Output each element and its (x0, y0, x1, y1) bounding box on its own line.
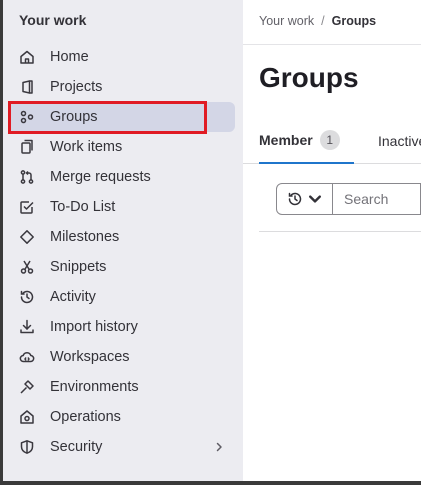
todo-icon (18, 198, 36, 216)
sidebar-item-label: Milestones (50, 229, 120, 245)
groups-highlight-box (8, 101, 207, 134)
page-title: Groups (259, 62, 359, 93)
operations-icon (18, 408, 36, 426)
sidebar-item-label: Snippets (50, 259, 107, 275)
sidebar-item-security[interactable]: Security (8, 432, 235, 462)
sidebar-item-projects[interactable]: Projects (8, 72, 235, 102)
main-content: Your work / Groups Groups Member 1 Inactiv… (243, 0, 421, 481)
tab-inactive[interactable]: Inactive (378, 118, 421, 164)
home-icon (18, 48, 36, 66)
environment-icon (18, 378, 36, 396)
sidebar-item-merge-requests[interactable]: Merge requests (8, 162, 235, 192)
breadcrumb-current[interactable]: Groups (332, 14, 376, 28)
sidebar-item-work-items[interactable]: Work items (8, 132, 235, 162)
sidebar-item-label: Home (50, 49, 89, 65)
sidebar-item-environments[interactable]: Environments (8, 372, 235, 402)
sidebar-item-label: Import history (50, 319, 138, 335)
chevron-right-icon (213, 440, 225, 454)
sidebar-item-workspaces[interactable]: Workspaces (8, 342, 235, 372)
header-divider (243, 44, 421, 45)
window-bottom-edge (0, 481, 421, 485)
sidebar-item-snippets[interactable]: Snippets (8, 252, 235, 282)
import-icon (18, 318, 36, 336)
sort-history-dropdown[interactable] (276, 183, 333, 215)
sidebar-item-label: Merge requests (50, 169, 151, 185)
sidebar-item-label: Work items (50, 139, 123, 155)
shield-icon (18, 438, 36, 456)
breadcrumb-your-work[interactable]: Your work (259, 14, 314, 28)
sidebar-item-activity[interactable]: Activity (8, 282, 235, 312)
sidebar-item-label: Activity (50, 289, 96, 305)
work-items-icon (18, 138, 36, 156)
sidebar-item-label: Security (50, 439, 103, 455)
sidebar-item-import-history[interactable]: Import history (8, 312, 235, 342)
milestone-icon (18, 228, 36, 246)
tab-bar: Member 1 Inactive (243, 118, 421, 164)
tab-member[interactable]: Member 1 (259, 118, 354, 164)
chevron-down-icon (307, 191, 323, 207)
count-badge: 1 (319, 130, 340, 150)
snippet-icon (18, 258, 36, 276)
filter-divider (259, 231, 421, 232)
sidebar: Your work Home Projects Groups Work item… (3, 0, 243, 481)
history-icon (287, 191, 303, 207)
tab-member-label: Member (259, 132, 313, 148)
breadcrumb-separator: / (321, 14, 325, 28)
sidebar-title: Your work (19, 12, 87, 28)
sidebar-item-label: To-Do List (50, 199, 116, 215)
search-input[interactable] (333, 183, 421, 215)
sidebar-item-label: Environments (50, 379, 139, 395)
history-icon (18, 288, 36, 306)
sidebar-item-operations[interactable]: Operations (8, 402, 235, 432)
sidebar-item-milestones[interactable]: Milestones (8, 222, 235, 252)
breadcrumb: Your work / Groups (259, 14, 376, 28)
sidebar-item-label: Operations (50, 409, 121, 425)
sidebar-item-home[interactable]: Home (8, 42, 235, 72)
sidebar-item-label: Projects (50, 79, 103, 95)
workspace-icon (18, 348, 36, 366)
sidebar-item-todo-list[interactable]: To-Do List (8, 192, 235, 222)
project-icon (18, 78, 36, 96)
sidebar-item-label: Workspaces (50, 349, 130, 365)
merge-request-icon (18, 168, 36, 186)
